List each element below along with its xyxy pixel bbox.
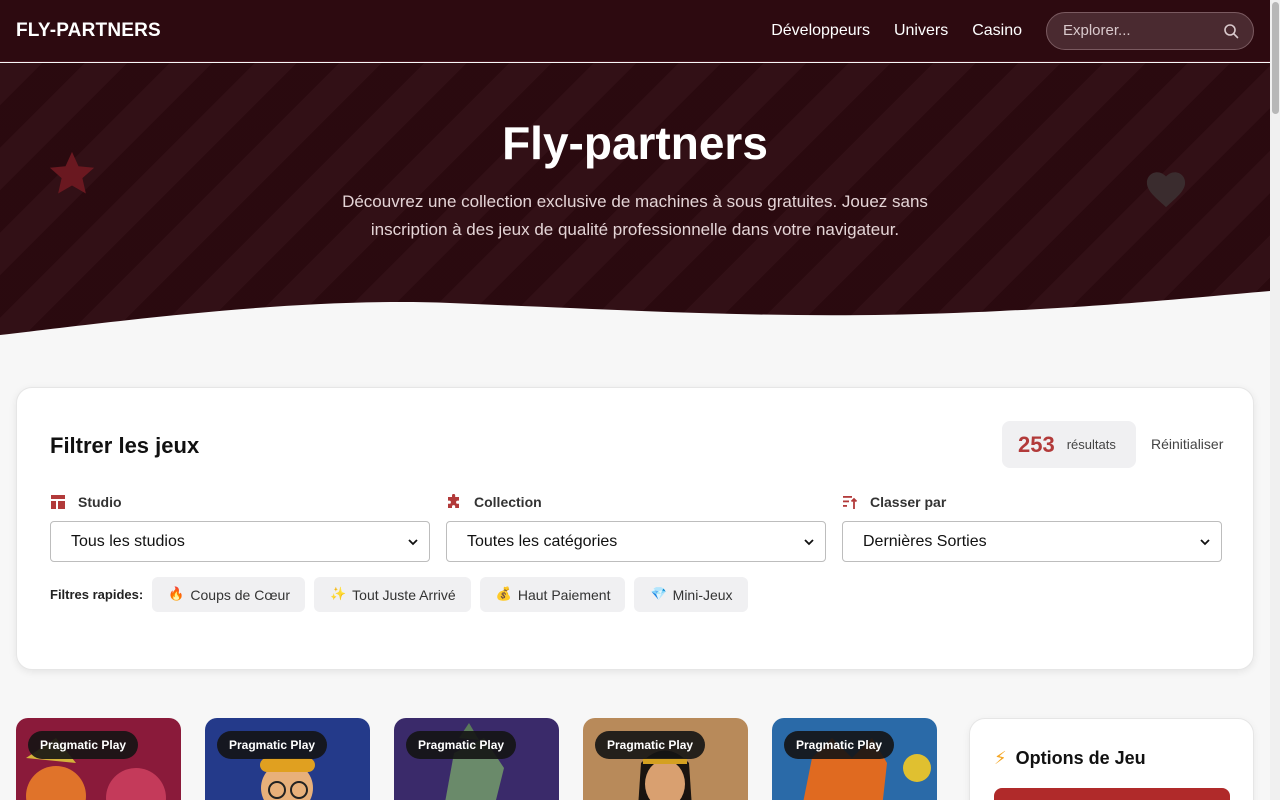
heart-icon [1146,172,1186,208]
provider-badge: Pragmatic Play [595,731,706,759]
quick-filter-new[interactable]: ✨ Tout Juste Arrivé [313,577,471,612]
options-title: Options de Jeu [1015,748,1146,768]
game-options-panel: ⚡ Options de Jeu [969,718,1254,800]
provider-badge: Pragmatic Play [28,731,139,759]
sort-selected-value: Dernières Sorties [863,532,987,550]
chip-label: Coups de Cœur [190,586,290,603]
site-logo[interactable]: FLY-PARTNERS [16,20,161,42]
search-icon[interactable] [1223,23,1239,39]
collection-select[interactable]: Toutes les catégories [446,521,826,562]
chevron-down-icon [1200,538,1210,545]
sort-label: Classer par [870,494,947,510]
page-scrollbar[interactable] [1270,0,1280,800]
main-nav: Développeurs Univers Casino [771,11,1254,50]
hero-banner: Fly-partners Découvrez une collection ex… [0,63,1270,353]
studio-selected-value: Tous les studios [71,532,185,550]
hero-subtitle: Découvrez une collection exclusive de ma… [342,192,928,239]
provider-badge: Pragmatic Play [217,731,328,759]
nav-link-univers[interactable]: Univers [894,22,948,40]
sparkles-icon: ✨ [329,587,347,602]
gem-icon: 💎 [650,587,667,602]
quick-filters-label: Filtres rapides: [50,587,144,602]
top-navbar: FLY-PARTNERS Développeurs Univers Casino [0,0,1270,62]
studio-select[interactable]: Tous les studios [50,521,430,562]
search-input[interactable] [1063,22,1213,39]
lightning-icon: ⚡ [994,748,1007,769]
reset-button[interactable]: Réinitialiser [1151,436,1223,452]
puzzle-icon [448,494,459,508]
options-primary-button[interactable] [994,788,1230,800]
sort-select[interactable]: Dernières Sorties [842,521,1222,562]
studio-field: Studio Tous les studios [50,492,430,562]
result-count-label: résultats [1066,437,1116,452]
scrollbar-thumb[interactable] [1272,2,1279,114]
result-count-badge: 253 résultats [1002,421,1136,468]
sort-icon [843,496,858,509]
game-card[interactable]: Pragmatic Play [583,718,748,800]
provider-badge: Pragmatic Play [406,731,517,759]
chevron-down-icon [408,538,418,545]
chip-label: Mini-Jeux [672,586,733,603]
provider-badge: Pragmatic Play [784,731,895,759]
collection-label: Collection [474,494,542,510]
quick-filter-high-payout[interactable]: 💰 Haut Paiement [479,577,626,612]
quick-filter-mini-games[interactable]: 💎 Mini-Jeux [634,577,748,612]
fire-icon: 🔥 [168,587,185,602]
sort-field: Classer par Dernières Sorties [842,492,1222,562]
money-bag-icon: 💰 [495,587,512,602]
search-box [1046,11,1254,50]
nav-link-casino[interactable]: Casino [972,22,1022,40]
quick-filter-favorites[interactable]: 🔥 Coups de Cœur [152,577,305,612]
chip-label: Tout Juste Arrivé [352,586,456,603]
game-card[interactable]: Pragmatic Play [16,718,181,800]
studio-label: Studio [78,494,122,510]
game-card[interactable]: Pragmatic Play [772,718,937,800]
hero-wave-divider [0,291,1270,353]
result-count: 253 [1018,431,1055,457]
filter-panel: Filtrer les jeux 253 résultats Réinitial… [16,387,1254,670]
hero-title: Fly-partners [502,117,768,169]
game-card[interactable]: Pragmatic Play [394,718,559,800]
quick-filters: Filtres rapides: 🔥 Coups de Cœur ✨ Tout … [50,577,757,612]
chevron-down-icon [804,538,814,545]
chip-label: Haut Paiement [517,586,611,603]
collection-field: Collection Toutes les catégories [446,492,826,562]
game-card[interactable]: Pragmatic Play [205,718,370,800]
layout-icon [51,495,65,509]
collection-selected-value: Toutes les catégories [467,532,618,550]
filter-title: Filtrer les jeux [50,433,200,458]
nav-link-developpeurs[interactable]: Développeurs [771,22,870,40]
